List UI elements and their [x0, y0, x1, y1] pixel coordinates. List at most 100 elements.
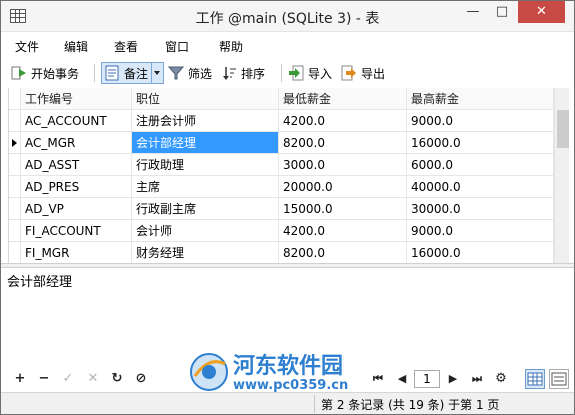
cancel-changes-button[interactable]: ✕: [84, 370, 102, 388]
cell-position[interactable]: 注册会计师: [132, 110, 279, 132]
table-row[interactable]: FI_ACCOUNT 会计师 4200.0 9000.0: [9, 220, 554, 242]
cell-position[interactable]: 主席: [132, 176, 279, 198]
cell-max-salary[interactable]: 16000.0: [407, 132, 554, 154]
row-indicator: [9, 198, 21, 220]
cell-min-salary[interactable]: 20000.0: [279, 176, 407, 198]
cell-max-salary[interactable]: 6000.0: [407, 154, 554, 176]
cell-max-salary[interactable]: 9000.0: [407, 110, 554, 132]
toolbar-separator: [94, 64, 95, 82]
form-view-icon: [551, 372, 567, 386]
scrollbar-thumb[interactable]: [557, 110, 569, 148]
menu-help[interactable]: 帮助: [219, 38, 243, 55]
cell-min-salary[interactable]: 3000.0: [279, 154, 407, 176]
sort-button[interactable]: 排序: [221, 62, 265, 84]
toolbar-separator: [281, 64, 282, 82]
cell-min-salary[interactable]: 8200.0: [279, 242, 407, 263]
cell-position[interactable]: 行政副主席: [132, 198, 279, 220]
title-bar[interactable]: 工作 @main (SQLite 3) - 表 — □ ✕: [1, 1, 574, 32]
current-row-arrow-icon: [12, 139, 17, 147]
memo-icon: [104, 65, 120, 81]
memo-dropdown-icon[interactable]: [151, 62, 161, 84]
filter-label: 筛选: [188, 66, 213, 81]
memo-label: 备注: [124, 66, 149, 81]
refresh-button[interactable]: ↻: [108, 370, 126, 388]
grid-vertical-scrollbar[interactable]: [554, 88, 569, 263]
export-icon: [341, 65, 357, 81]
row-indicator: [9, 154, 21, 176]
table-row[interactable]: AD_ASST 行政助理 3000.0 6000.0: [9, 154, 554, 176]
filter-icon: [167, 65, 185, 81]
close-button[interactable]: ✕: [518, 1, 565, 23]
column-header-min-salary[interactable]: 最低薪金: [279, 88, 407, 110]
minimize-button[interactable]: —: [459, 1, 487, 23]
record-navigator: + − ✓ ✕ ↻ ⊘ ⏮ ◀ 1 ▶ ⏭ ⚙: [1, 366, 574, 392]
cell-job-id[interactable]: AC_ACCOUNT: [21, 110, 132, 132]
settings-button[interactable]: ⚙: [492, 370, 510, 388]
record-status-text: 第 2 条记录 (共 19 条) 于第 1 页: [321, 398, 500, 412]
export-label: 导出: [361, 66, 386, 81]
menu-edit[interactable]: 编辑: [64, 38, 88, 55]
data-grid[interactable]: 工作编号 职位 最低薪金 最高薪金 AC_ACCOUNT 注册会计师 4200.…: [8, 88, 569, 263]
table-row-current[interactable]: AC_MGR 会计部经理 8200.0 16000.0: [9, 132, 554, 154]
column-header-job-id[interactable]: 工作编号: [21, 88, 132, 110]
import-label: 导入: [308, 66, 333, 81]
row-indicator: [9, 220, 21, 242]
memo-text: 会计部经理: [7, 275, 73, 290]
cell-job-id[interactable]: AD_VP: [21, 198, 132, 220]
row-indicator: [9, 110, 21, 132]
cell-max-salary[interactable]: 30000.0: [407, 198, 554, 220]
next-page-button[interactable]: ▶: [444, 370, 462, 388]
menu-view[interactable]: 查看: [114, 38, 138, 55]
add-record-button[interactable]: +: [11, 370, 29, 388]
grid-header-row: 工作编号 职位 最低薪金 最高薪金: [9, 88, 554, 110]
first-page-button[interactable]: ⏮: [369, 370, 387, 388]
cell-min-salary[interactable]: 4200.0: [279, 110, 407, 132]
cell-min-salary[interactable]: 8200.0: [279, 132, 407, 154]
last-page-button[interactable]: ⏭: [468, 370, 486, 388]
menu-file[interactable]: 文件: [15, 38, 39, 55]
maximize-button[interactable]: □: [488, 1, 516, 23]
sort-label: 排序: [241, 66, 266, 81]
column-header-position[interactable]: 职位: [132, 88, 279, 110]
grid-view-button[interactable]: [525, 369, 545, 389]
table-row[interactable]: AD_VP 行政副主席 15000.0 30000.0: [9, 198, 554, 220]
row-indicator: [9, 176, 21, 198]
page-number-input[interactable]: 1: [414, 370, 440, 388]
previous-page-button[interactable]: ◀: [393, 370, 411, 388]
cell-max-salary[interactable]: 16000.0: [407, 242, 554, 263]
import-button[interactable]: 导入: [288, 62, 332, 84]
toolbar: 开始事务 备注 筛选 排序 导入 导出: [1, 58, 574, 88]
cell-job-id[interactable]: AC_MGR: [21, 132, 132, 154]
filter-button[interactable]: 筛选: [167, 62, 213, 84]
row-indicator: [9, 242, 21, 263]
cell-job-id[interactable]: AD_ASST: [21, 154, 132, 176]
memo-button[interactable]: 备注: [101, 62, 165, 84]
cell-position-selected[interactable]: 会计部经理: [132, 132, 279, 154]
status-separator: [314, 395, 315, 413]
menu-window[interactable]: 窗口: [165, 38, 189, 55]
column-header-max-salary[interactable]: 最高薪金: [407, 88, 554, 110]
memo-panel[interactable]: 会计部经理: [1, 268, 574, 366]
begin-transaction-button[interactable]: 开始事务: [11, 62, 79, 84]
export-button[interactable]: 导出: [341, 62, 385, 84]
form-view-button[interactable]: [549, 369, 569, 389]
stop-button[interactable]: ⊘: [132, 370, 150, 388]
status-bar: 第 2 条记录 (共 19 条) 于第 1 页: [1, 392, 574, 414]
table-row[interactable]: AC_ACCOUNT 注册会计师 4200.0 9000.0: [9, 110, 554, 132]
cell-job-id[interactable]: AD_PRES: [21, 176, 132, 198]
table-row[interactable]: FI_MGR 财务经理 8200.0 16000.0: [9, 242, 554, 263]
cell-min-salary[interactable]: 15000.0: [279, 198, 407, 220]
cell-position[interactable]: 行政助理: [132, 154, 279, 176]
cell-position[interactable]: 会计师: [132, 220, 279, 242]
cell-max-salary[interactable]: 9000.0: [407, 220, 554, 242]
app-window: 工作 @main (SQLite 3) - 表 — □ ✕ 文件 编辑 查看 窗…: [0, 0, 575, 415]
cell-job-id[interactable]: FI_MGR: [21, 242, 132, 263]
cell-min-salary[interactable]: 4200.0: [279, 220, 407, 242]
cell-max-salary[interactable]: 40000.0: [407, 176, 554, 198]
table-row[interactable]: AD_PRES 主席 20000.0 40000.0: [9, 176, 554, 198]
apply-changes-button[interactable]: ✓: [59, 370, 77, 388]
transaction-icon: [11, 65, 27, 81]
delete-record-button[interactable]: −: [35, 370, 53, 388]
cell-job-id[interactable]: FI_ACCOUNT: [21, 220, 132, 242]
cell-position[interactable]: 财务经理: [132, 242, 279, 263]
